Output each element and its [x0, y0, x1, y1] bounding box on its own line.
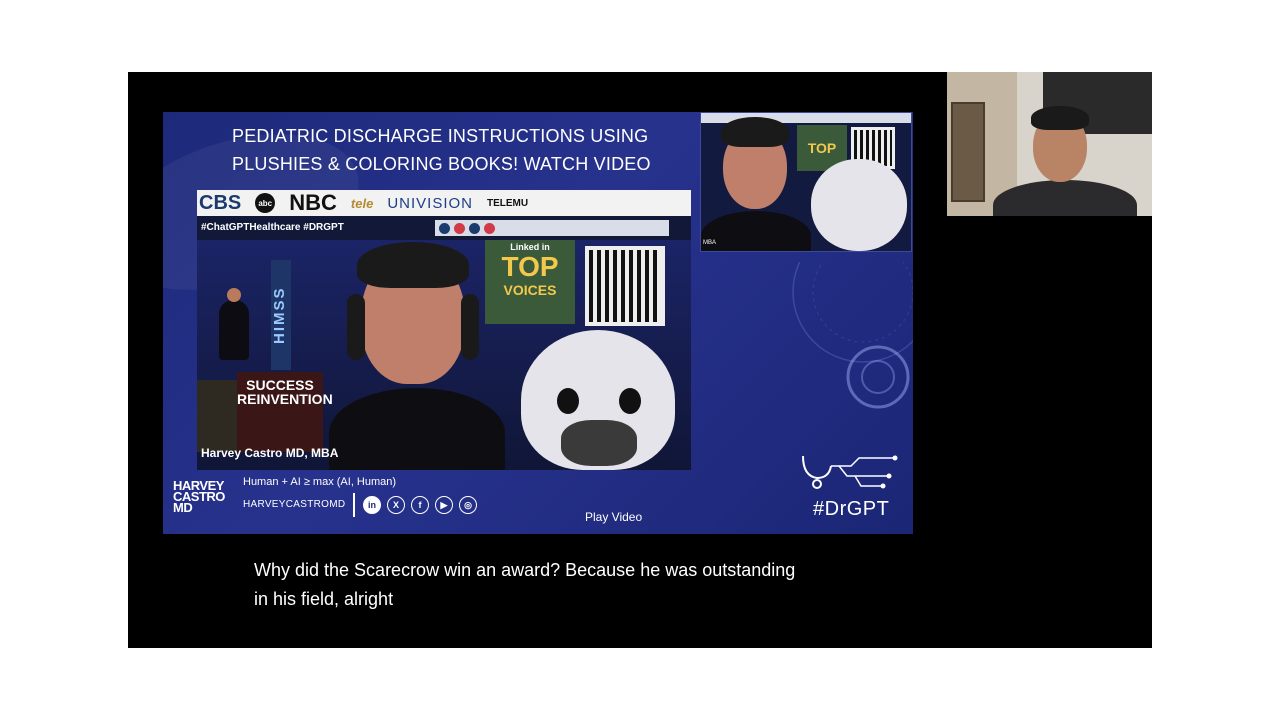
himss-banner: HIMSS: [271, 260, 291, 370]
secondary-webcam-inset: TOP MBA: [700, 112, 912, 252]
instagram-icon: ◎: [459, 496, 477, 514]
plush-muzzle: [561, 420, 637, 466]
presenter-body: [329, 388, 505, 470]
telemundo-logo: tele: [350, 195, 374, 211]
plush-eye-right: [619, 388, 641, 414]
stethoscope-circuit-icon: [802, 455, 898, 489]
caption-line-2: in his field, alright: [254, 589, 394, 609]
shared-screen-video[interactable]: PEDIATRIC DISCHARGE INSTRUCTIONS USING P…: [128, 72, 947, 648]
harvey-castro-logo: HARVEY CASTRO MD: [173, 479, 239, 514]
book-title: SUCCESS REINVENTION: [237, 377, 333, 407]
slide-title: PEDIATRIC DISCHARGE INSTRUCTIONS USING P…: [232, 122, 692, 178]
social-handle: HARVEYCASTROMD: [243, 499, 346, 510]
play-video-link[interactable]: Play Video: [585, 510, 642, 524]
plush-toy-small: [811, 159, 907, 251]
presenter-body-small: [701, 211, 811, 251]
decorative-circles: [792, 262, 913, 409]
bookshelf: [951, 102, 985, 202]
linkedin-icon: in: [363, 496, 381, 514]
cbs-logo: CBS: [199, 191, 242, 214]
book-cover: [197, 380, 237, 452]
slide-tagline: Human + AI ≥ max (AI, Human): [243, 476, 397, 488]
presenter-hair: [357, 242, 469, 288]
name-label-small: MBA: [703, 240, 717, 246]
presenter-hair-small: [721, 117, 789, 147]
plush-toy: [507, 320, 685, 470]
nbc-logo: NBC: [289, 190, 337, 215]
participant-hair: [1031, 106, 1089, 130]
instagram-dot-icon: [454, 222, 465, 234]
drgpt-hashtag: #DrGPT: [813, 498, 890, 520]
headphones-right-icon: [461, 294, 479, 360]
abc-logo: abc: [255, 193, 276, 213]
presenter-name-label: Harvey Castro MD, MBA: [201, 446, 339, 460]
caption-line-1: Why did the Scarecrow win an award? Beca…: [254, 560, 796, 580]
social-strip: [435, 220, 669, 236]
participant-video-tile[interactable]: [947, 72, 1152, 216]
presenter-figure: [329, 238, 509, 470]
plush-eye-left: [557, 388, 579, 414]
headphones-left-icon: [347, 294, 365, 360]
univision-logo: UNIVISION: [387, 194, 473, 212]
facebook-icon: f: [411, 496, 429, 514]
media-logo-strip: CBS abc NBC tele UNIVISION TELEMU: [197, 190, 691, 216]
slide-title-line-1: PEDIATRIC DISCHARGE INSTRUCTIONS USING: [232, 126, 649, 146]
slide-title-line-2: PLUSHIES & COLORING BOOKS! WATCH VIDEO: [232, 154, 651, 174]
meeting-stage: PEDIATRIC DISCHARGE INSTRUCTIONS USING P…: [128, 72, 1152, 648]
qr-code: [585, 246, 665, 326]
success-reinvention-book: SUCCESS REINVENTION: [237, 372, 333, 452]
telemu-logo: TELEMU: [487, 197, 529, 209]
presenter-webcam-inset: CBS abc NBC tele UNIVISION TELEMU #ChatG…: [197, 190, 691, 470]
youtube-icon: ▶: [435, 496, 453, 514]
youtube-dot-icon: [484, 222, 495, 234]
live-captions: Why did the Scarecrow win an award? Beca…: [254, 556, 854, 614]
divider: [353, 493, 355, 517]
speaker-photo: [219, 288, 249, 360]
facebook-dot-icon: [469, 222, 480, 234]
social-icons-row: in X f ▶ ◎: [363, 496, 477, 514]
presentation-slide: PEDIATRIC DISCHARGE INSTRUCTIONS USING P…: [163, 112, 913, 534]
linkedin-dot-icon: [439, 222, 450, 234]
x-twitter-icon: X: [387, 496, 405, 514]
